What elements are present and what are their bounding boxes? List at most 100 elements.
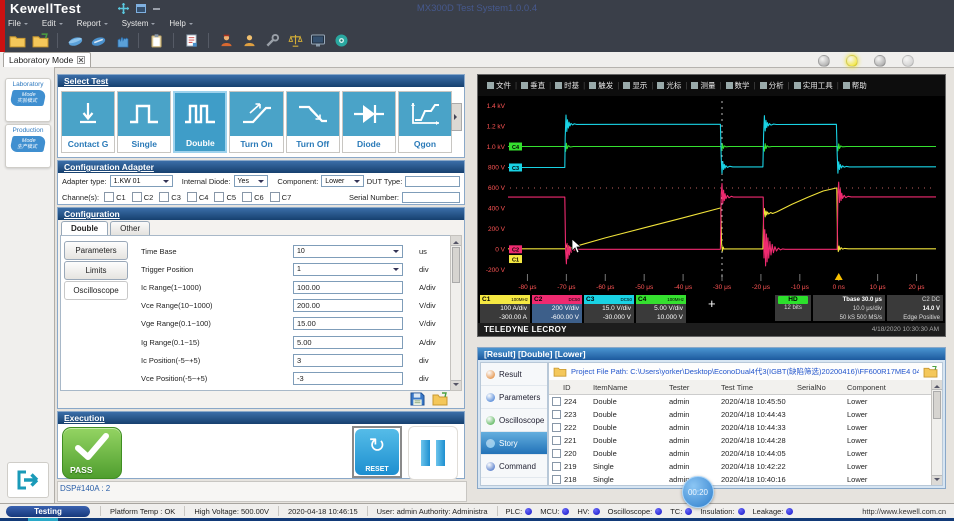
field-input[interactable]: 15.00 [293,317,403,330]
scope-menu-3[interactable]: 触发 [585,80,617,91]
results-tab-command[interactable]: Command [481,455,547,478]
laboratory-mode-button[interactable]: Laboratory Mode 实验模式 [5,78,51,122]
column-header-itemname[interactable]: ItemName [593,383,669,392]
channel-box-c3[interactable]: C3DC5015.0 V/div-30.000 V [584,295,634,324]
open-folder-icon[interactable] [432,392,448,406]
scope-menu-4[interactable]: 显示 [619,80,651,91]
column-header-serialno[interactable]: SerialNo [797,383,847,392]
timebase-box[interactable]: Tbase 30.0 μs10.0 μs/div50 kS 500 MS/s [813,295,885,321]
scope-menu-9[interactable]: 实用工具 [790,80,837,91]
scope-menu-5[interactable]: 光标 [653,80,685,91]
tools-icon[interactable] [263,32,281,50]
menu-system[interactable]: System [122,19,156,28]
connect-b-icon[interactable] [89,32,107,50]
results-tab-story[interactable]: Story [481,432,547,455]
internal-diode-select[interactable]: Yes [234,175,269,187]
monitor-icon[interactable] [309,32,327,50]
scroll-down-arrow[interactable] [932,475,942,485]
trigger-box[interactable]: C2 DC14.0 VEdge Positive [887,295,943,321]
user-icon[interactable] [240,32,258,50]
menu-report[interactable]: Report [77,19,108,28]
configuration-scrollbar[interactable] [450,235,462,391]
row-checkbox[interactable] [552,436,561,445]
test-button-qgon[interactable]: Qgon [398,91,452,153]
row-checkbox[interactable] [552,397,561,406]
table-row[interactable]: 218Singleadmin2020/4/18 10:40:16Lower [549,473,932,486]
field-input[interactable]: 200.00 [293,299,403,312]
adapter-type-select[interactable]: 1.KW 01 [110,175,173,187]
production-mode-button[interactable]: Production Mode 生产模式 [5,124,51,168]
config-tab-other[interactable]: Other [110,221,150,235]
test-button-turn-on[interactable]: Turn On [229,91,283,153]
scrollbar-thumb[interactable] [452,247,460,283]
channel-checkbox-c1[interactable]: C1 [104,192,126,202]
menu-edit[interactable]: Edit [42,19,63,28]
channel-checkbox-c6[interactable]: C6 [242,192,264,202]
column-header-test-time[interactable]: Test Time [721,383,797,392]
open-folder-icon[interactable] [8,32,26,50]
row-checkbox[interactable] [552,410,561,419]
scope-menu-6[interactable]: 测量 [687,80,719,91]
column-header-tester[interactable]: Tester [669,383,721,392]
config-tab-double[interactable]: Double [61,221,108,235]
field-input[interactable]: 100.00 [293,281,403,294]
test-button-contact-g[interactable]: Contact G [61,91,115,153]
component-select[interactable]: Lower [321,175,363,187]
calibration-scales-icon[interactable] [286,32,304,50]
test-button-single[interactable]: Single [117,91,171,153]
table-row[interactable]: 223Doubleadmin2020/4/18 10:44:43Lower [549,408,932,421]
serial-number-input[interactable] [402,192,460,203]
column-header-component[interactable]: Component [847,383,927,392]
connect-a-icon[interactable] [66,32,84,50]
scroll-up-arrow[interactable] [932,380,942,390]
field-input[interactable]: 3 [293,354,403,367]
row-checkbox[interactable] [552,462,561,471]
import-folder-icon[interactable] [31,32,49,50]
field-select[interactable]: 1 [293,263,403,276]
menu-help[interactable]: Help [169,19,192,28]
save-icon[interactable] [410,392,425,406]
row-checkbox[interactable] [552,423,561,432]
hand-tool-icon[interactable] [112,32,130,50]
config-side-tab-parameters[interactable]: Parameters [64,241,128,260]
report-card-icon[interactable] [182,32,200,50]
scope-menu-8[interactable]: 分析 [756,80,788,91]
column-header-id[interactable]: ID [549,383,593,392]
scope-menu-0[interactable]: 文件 [483,80,515,91]
oscilloscope-plot[interactable]: -80 μs-70 μs-60 μs-50 μs-40 μs-30 μs-20 … [478,96,945,294]
channel-box-c4[interactable]: C4100MHz5.00 V/div10.000 V [636,295,686,324]
test-button-turn-off[interactable]: Turn Off [286,91,340,153]
results-tab-oscilloscope[interactable]: Oscilloscope [481,409,547,432]
scroll-down-arrow[interactable] [451,380,461,390]
test-button-diode[interactable]: Diode [342,91,396,153]
table-row[interactable]: 224Doubleadmin2020/4/18 10:45:50Lower [549,395,932,408]
config-side-tab-oscilloscope[interactable]: Oscilloscope [64,281,128,300]
website-link[interactable]: http://www.kewell.com.cn [862,507,954,516]
channel-checkbox-c2[interactable]: C2 [132,192,154,202]
channel-checkbox-c4[interactable]: C4 [187,192,209,202]
table-row[interactable]: 219Singleadmin2020/4/18 10:42:22Lower [549,460,932,473]
results-tab-parameters[interactable]: Parameters [481,386,547,409]
channel-checkbox-c7[interactable]: C7 [270,192,292,202]
pause-button[interactable] [408,426,458,480]
tab-laboratory-mode[interactable]: Laboratory Mode [3,52,91,67]
scroll-up-arrow[interactable] [451,236,461,246]
dut-type-input[interactable] [405,176,460,187]
table-row[interactable]: 221Doubleadmin2020/4/18 10:44:28Lower [549,434,932,447]
field-select[interactable]: 10 [293,245,403,258]
scope-menu-7[interactable]: 数学 [722,80,754,91]
channel-checkbox-c5[interactable]: C5 [214,192,236,202]
row-checkbox[interactable] [552,449,561,458]
results-tab-result[interactable]: Result [481,363,547,386]
open-folder-button[interactable] [923,366,938,378]
scope-menu-2[interactable]: 时基 [551,80,583,91]
table-row[interactable]: 220Doubleadmin2020/4/18 10:44:05Lower [549,447,932,460]
row-checkbox[interactable] [552,475,561,484]
channel-box-c1[interactable]: C1100MHz100 A/div-300.00 A [480,295,530,324]
test-scroll-right-button[interactable] [451,103,462,131]
pass-status-button[interactable]: PASS [62,427,122,479]
scope-menu-10[interactable]: 帮助 [839,80,871,91]
field-input[interactable]: 5.00 [293,336,403,349]
exit-button[interactable] [7,462,49,498]
close-icon[interactable] [77,56,85,64]
